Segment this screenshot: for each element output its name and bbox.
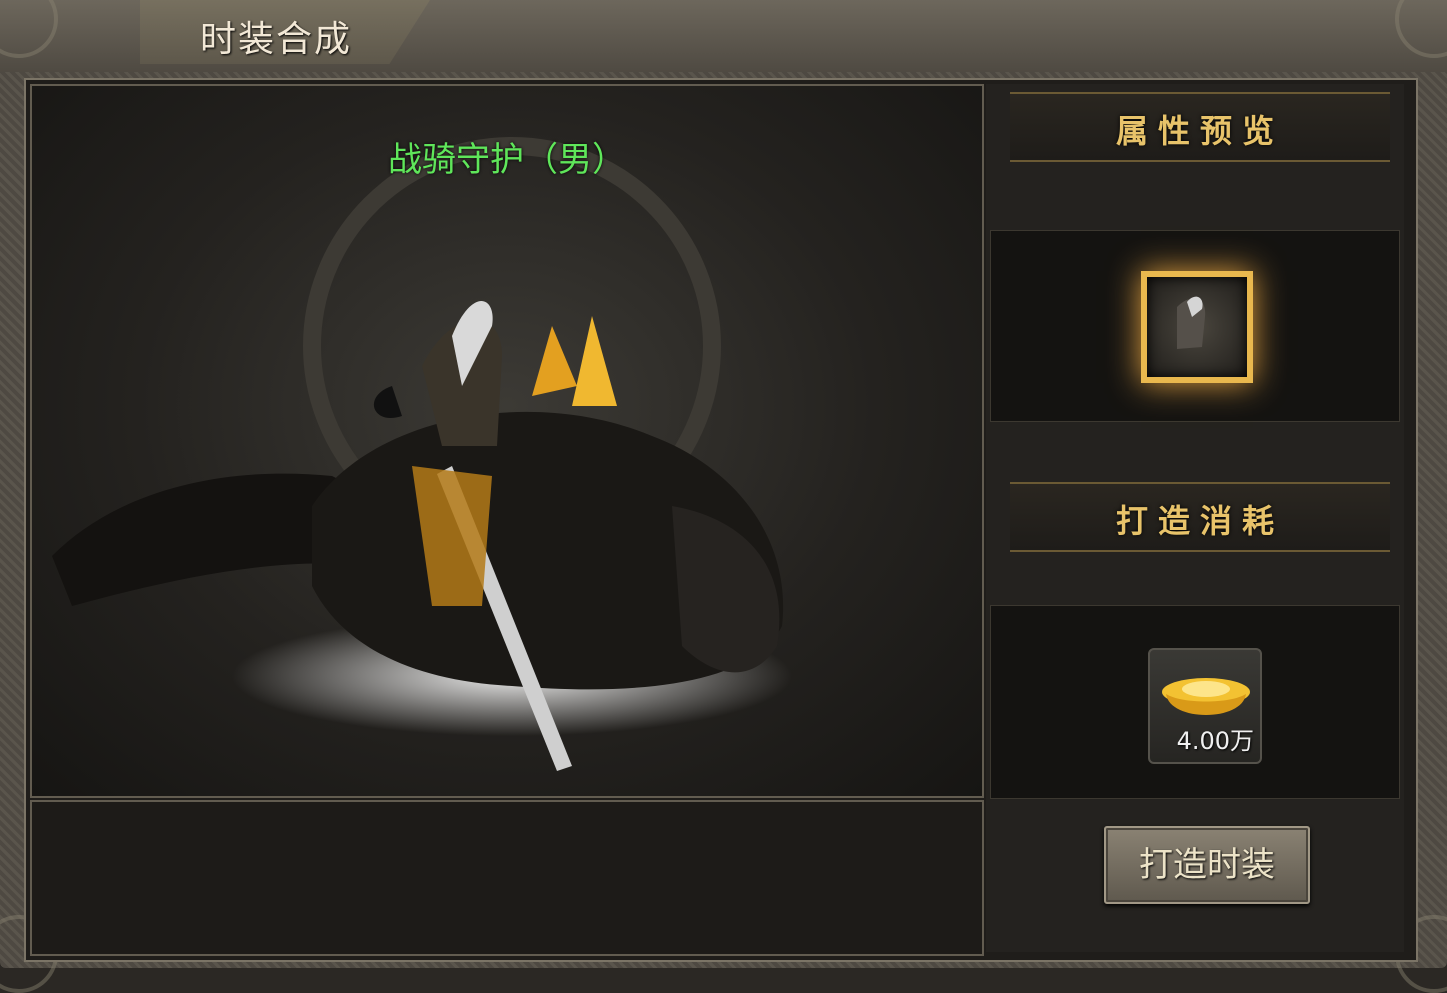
- cost-amount: 4.00万: [1176, 727, 1254, 755]
- crafting-cost-panel: 4.00万: [990, 605, 1400, 799]
- description-panel: [30, 800, 984, 956]
- model-preview-stage: 战骑守护（男）: [30, 84, 984, 798]
- attribute-preview-panel: [990, 230, 1400, 422]
- mount-thumbnail-icon: [1177, 296, 1206, 349]
- window-title: 时装合成: [200, 19, 353, 60]
- item-icon-slot[interactable]: [1141, 271, 1253, 383]
- crafting-cost-label: 打造消耗: [1115, 502, 1284, 540]
- crafting-cost-header: 打造消耗: [1010, 482, 1390, 552]
- craft-fashion-button[interactable]: 打造时装: [1104, 826, 1310, 904]
- cost-item-slot[interactable]: 4.00万: [1148, 648, 1262, 764]
- attribute-preview-label: 属性预览: [1115, 112, 1284, 150]
- mount-model-image: [52, 137, 792, 771]
- attribute-preview-header: 属性预览: [1010, 92, 1390, 162]
- item-name: 战骑守护（男）: [388, 140, 626, 180]
